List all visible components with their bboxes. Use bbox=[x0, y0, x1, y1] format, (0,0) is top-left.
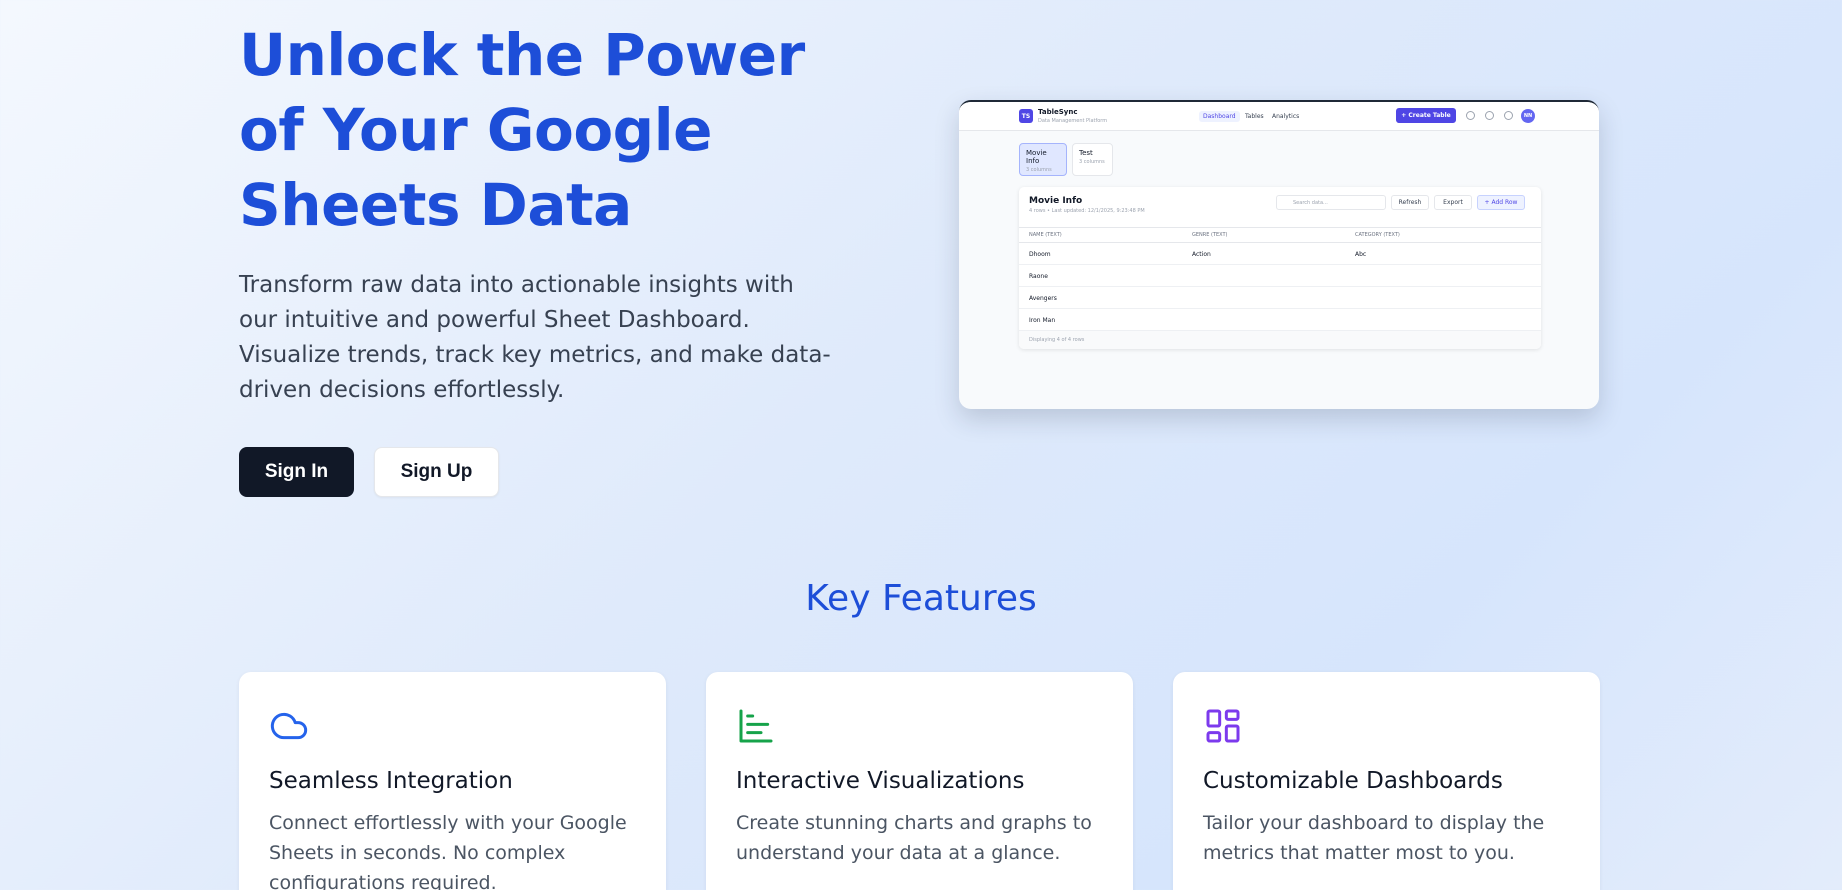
preview-nav-dashboard: Dashboard bbox=[1199, 111, 1240, 122]
preview-brand-sub: Data Management Platform bbox=[1038, 118, 1108, 124]
preview-nav-analytics: Analytics bbox=[1272, 113, 1300, 120]
feature-description: Connect effortlessly with your Google Sh… bbox=[269, 812, 627, 890]
avatar: NN bbox=[1521, 109, 1535, 123]
preview-table-header: NAME (TEXT) GENRE (TEXT) CATEGORY (TEXT) bbox=[1019, 227, 1541, 243]
help-icon bbox=[1504, 111, 1513, 120]
table-row: Raone bbox=[1019, 265, 1541, 287]
preview-col-header: NAME (TEXT) bbox=[1029, 232, 1062, 238]
bar-chart-icon bbox=[739, 709, 773, 743]
table-cell: Avengers bbox=[1029, 295, 1057, 302]
feature-title: Seamless Integration bbox=[269, 768, 513, 794]
preview-tab-cols: 3 columns bbox=[1026, 167, 1052, 173]
feature-description: Create stunning charts and graphs to und… bbox=[736, 812, 1092, 864]
table-cell: Iron Man bbox=[1029, 317, 1056, 324]
cloud-icon bbox=[270, 712, 308, 740]
preview-tab-cols: 3 columns bbox=[1079, 159, 1105, 165]
features-title: Key Features bbox=[805, 578, 1037, 619]
preview-footer-text: Displaying 4 of 4 rows bbox=[1029, 337, 1085, 343]
preview-logo: TS bbox=[1019, 109, 1033, 123]
preview-table-subtitle: 4 rows • Last updated: 12/1/2025, 9:23:4… bbox=[1029, 208, 1145, 214]
table-cell: Raone bbox=[1029, 273, 1048, 280]
preview-tab-label: Test bbox=[1079, 149, 1093, 157]
preview-table-card: Movie Info 4 rows • Last updated: 12/1/2… bbox=[1019, 187, 1541, 349]
preview-nav-tables: Tables bbox=[1245, 113, 1264, 120]
preview-table-footer: Displaying 4 of 4 rows bbox=[1019, 331, 1541, 349]
feature-description: Tailor your dashboard to display the met… bbox=[1203, 812, 1545, 864]
table-row: Iron Man bbox=[1019, 309, 1541, 331]
feature-title: Customizable Dashboards bbox=[1203, 768, 1503, 794]
dashboard-preview-image: TS TableSync Data Management Platform Da… bbox=[959, 100, 1599, 409]
preview-export-button: Export bbox=[1434, 195, 1472, 210]
table-row: Dhoom Action Abc bbox=[1019, 243, 1541, 265]
feature-card-integration: Seamless Integration Connect effortlessl… bbox=[239, 672, 666, 890]
bell-icon bbox=[1466, 111, 1475, 120]
feature-title: Interactive Visualizations bbox=[736, 768, 1025, 794]
preview-add-row-button: + Add Row bbox=[1477, 195, 1525, 210]
hero-title: Unlock the Power of Your Google Sheets D… bbox=[239, 21, 805, 239]
hero-description: Transform raw data into actionable insig… bbox=[239, 272, 831, 403]
preview-create-table-button: + Create Table bbox=[1396, 108, 1456, 123]
feature-card-visualizations: Interactive Visualizations Create stunni… bbox=[706, 672, 1133, 890]
preview-tab-test: Test 3 columns bbox=[1072, 143, 1113, 176]
preview-table-title: Movie Info bbox=[1029, 196, 1083, 206]
table-cell: Action bbox=[1192, 251, 1211, 258]
preview-brand: TableSync bbox=[1038, 108, 1078, 116]
preview-col-header: GENRE (TEXT) bbox=[1192, 232, 1228, 238]
sign-up-button[interactable]: Sign Up bbox=[374, 447, 499, 497]
table-cell: Dhoom bbox=[1029, 251, 1051, 258]
table-cell: Abc bbox=[1355, 251, 1367, 258]
feature-card-dashboards: Customizable Dashboards Tailor your dash… bbox=[1173, 672, 1600, 890]
preview-navbar: TS TableSync Data Management Platform Da… bbox=[959, 102, 1599, 131]
preview-tab-movie-info: Movie Info 3 columns bbox=[1019, 143, 1067, 176]
gear-icon bbox=[1485, 111, 1494, 120]
layout-dashboard-icon bbox=[1206, 709, 1240, 743]
preview-refresh-button: Refresh bbox=[1391, 195, 1429, 210]
preview-search-input: Search data... bbox=[1276, 195, 1386, 210]
preview-col-header: CATEGORY (TEXT) bbox=[1355, 232, 1400, 238]
preview-tab-label: Movie Info bbox=[1026, 149, 1047, 165]
table-row: Avengers bbox=[1019, 287, 1541, 309]
sign-in-button[interactable]: Sign In bbox=[239, 447, 354, 497]
